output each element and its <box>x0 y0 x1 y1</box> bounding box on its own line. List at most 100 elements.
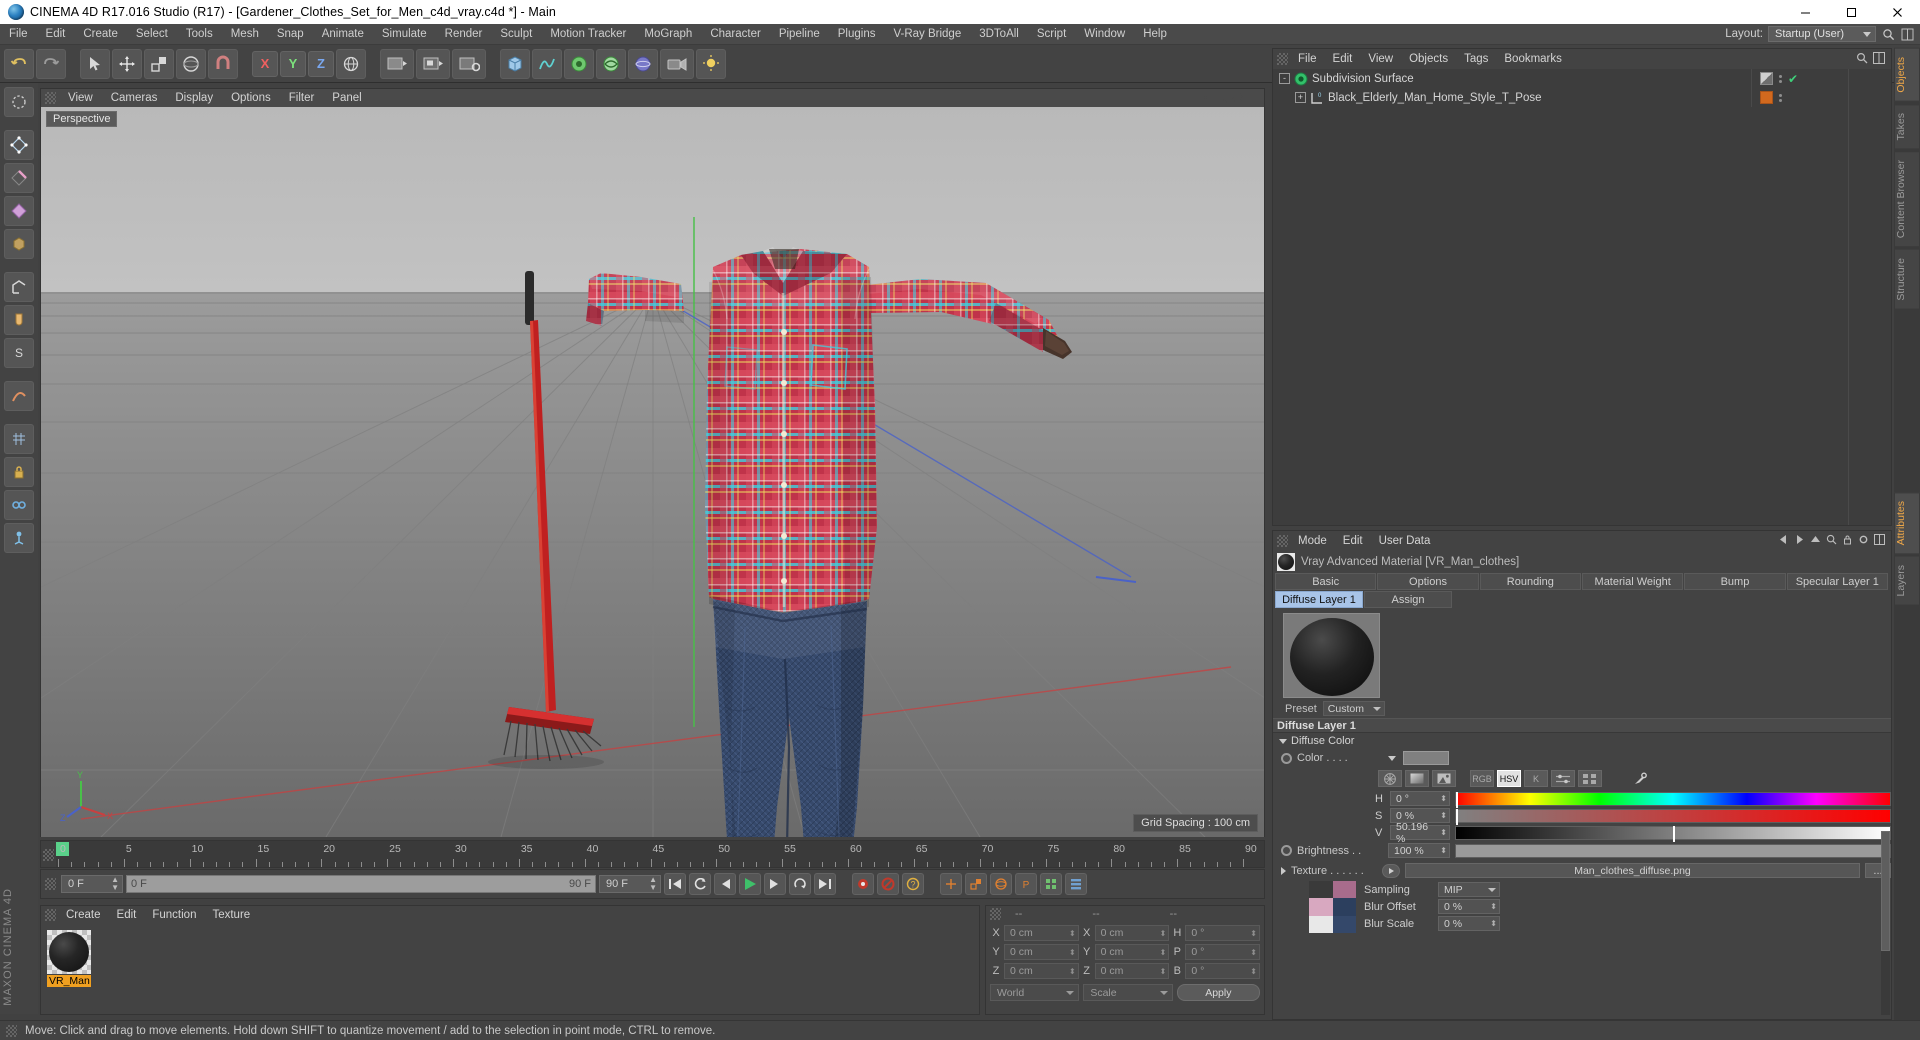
color-radio-icon[interactable] <box>1281 752 1292 764</box>
tab-material-weight[interactable]: Material Weight <box>1581 573 1684 590</box>
go-to-start-button[interactable] <box>664 873 686 895</box>
end-frame-field[interactable]: 90 F ▲ ▼ <box>599 875 661 893</box>
world-object-coordinate-button[interactable] <box>336 48 366 79</box>
eyedropper-icon[interactable] <box>1628 770 1652 787</box>
menu-item-vray-bridge[interactable]: V-Ray Bridge <box>884 24 970 45</box>
edge-tab-structure[interactable]: Structure <box>1894 249 1920 310</box>
attribute-manager-grip-icon[interactable] <box>1277 535 1288 547</box>
tool-link[interactable] <box>4 490 34 520</box>
spinner-icon[interactable]: ⬍ <box>1160 967 1167 976</box>
spinner-icon[interactable]: ⬍ <box>1160 929 1167 938</box>
color-swatch[interactable] <box>1403 751 1449 765</box>
chevron-right-icon[interactable] <box>1281 866 1286 875</box>
material-menu-texture[interactable]: Texture <box>204 906 258 924</box>
enabled-check-icon[interactable]: ✔ <box>1788 72 1798 86</box>
color-wheel-button[interactable] <box>1378 770 1402 787</box>
tool-point-mode[interactable] <box>4 130 34 160</box>
value-field[interactable]: 50.196 % ⬍ <box>1390 821 1450 845</box>
attr-menu-user-data[interactable]: User Data <box>1371 531 1439 551</box>
object-row-subdivision-surface[interactable]: - Subdivision Surface ✔ <box>1273 69 1891 88</box>
coordinate-mode-dropdown[interactable]: Scale <box>1083 984 1173 1001</box>
hue-slider-handle[interactable] <box>1456 791 1458 808</box>
tool-snap-settings[interactable] <box>4 381 34 411</box>
tool-rig[interactable] <box>4 523 34 553</box>
material-tag-icon[interactable] <box>1760 91 1773 104</box>
object-menu-tags[interactable]: Tags <box>1456 49 1496 69</box>
lock-y-axis-button[interactable]: Y <box>280 50 306 77</box>
param-key-button[interactable]: P <box>1015 873 1037 895</box>
spinner-icon[interactable]: ⬍ <box>1250 967 1257 976</box>
material-preview-box[interactable] <box>1283 613 1380 698</box>
color-sliders-button[interactable] <box>1551 770 1575 787</box>
color-mode-rgb-button[interactable]: RGB <box>1470 770 1494 787</box>
deformer-button[interactable] <box>596 48 626 79</box>
menu-item-file[interactable]: File <box>0 24 37 45</box>
pla-key-button[interactable] <box>1040 873 1062 895</box>
menu-item-script[interactable]: Script <box>1028 24 1075 45</box>
scale-key-button[interactable] <box>965 873 987 895</box>
tool-texture-mode[interactable] <box>4 305 34 335</box>
coord-field-z-pos[interactable]: 0 cm ⬍ <box>1004 963 1079 979</box>
tool-live-selection[interactable] <box>4 87 34 117</box>
play-button[interactable] <box>739 873 761 895</box>
viewport-menu-display[interactable]: Display <box>167 89 221 107</box>
material-name-label[interactable]: VR_Man <box>47 975 91 987</box>
menu-item-create[interactable]: Create <box>74 24 127 45</box>
blur-scale-field[interactable]: 0 % ⬍ <box>1438 916 1500 931</box>
lock-x-axis-button[interactable]: X <box>252 50 278 77</box>
viewport-zoom-icon[interactable] <box>1215 91 1228 104</box>
menu-item-pipeline[interactable]: Pipeline <box>770 24 829 45</box>
color-gradient-button[interactable] <box>1405 770 1429 787</box>
attribute-scrollbar-thumb[interactable] <box>1881 831 1890 951</box>
redo-button[interactable] <box>36 48 66 79</box>
brightness-slider[interactable] <box>1455 843 1891 858</box>
edge-tab-content-browser[interactable]: Content Browser <box>1894 151 1920 248</box>
viewport-maximize-icon[interactable] <box>1247 91 1260 104</box>
apply-button[interactable]: Apply <box>1176 984 1260 1001</box>
transport-grip-icon[interactable] <box>45 878 56 890</box>
object-menu-view[interactable]: View <box>1360 49 1401 69</box>
menu-item-mesh[interactable]: Mesh <box>222 24 268 45</box>
hue-field[interactable]: 0 ° ⬍ <box>1390 791 1450 806</box>
material-menu-edit[interactable]: Edit <box>109 906 145 924</box>
timeline-grip-icon[interactable] <box>43 849 54 861</box>
camera-button[interactable] <box>660 48 694 79</box>
object-menu-bookmarks[interactable]: Bookmarks <box>1496 49 1570 69</box>
step-forward-button[interactable] <box>764 873 786 895</box>
tool-polygon-mode[interactable] <box>4 196 34 226</box>
minimize-button[interactable] <box>1782 0 1828 24</box>
object-search-icon[interactable] <box>1856 52 1868 67</box>
coordinate-space-dropdown[interactable]: World <box>990 984 1080 1001</box>
render-view-button[interactable] <box>380 48 414 79</box>
scale-tool-button[interactable] <box>144 48 174 79</box>
coord-field-h[interactable]: 0 ° ⬍ <box>1185 925 1260 941</box>
spinner-icon[interactable]: ⬍ <box>1490 902 1497 911</box>
move-tool-button[interactable] <box>112 48 142 79</box>
collapse-icon[interactable]: - <box>1279 73 1290 84</box>
texture-thumbnail[interactable] <box>1309 881 1356 933</box>
expand-icon[interactable]: + <box>1295 92 1306 103</box>
menu-item-tools[interactable]: Tools <box>177 24 222 45</box>
cube-button[interactable] <box>500 48 530 79</box>
position-key-button[interactable] <box>940 873 962 895</box>
object-panel-menu-icon[interactable] <box>1873 51 1885 67</box>
light-button[interactable] <box>696 48 726 79</box>
coord-field-z-size[interactable]: 0 cm ⬍ <box>1094 963 1170 979</box>
attr-menu-mode[interactable]: Mode <box>1290 531 1335 551</box>
nav-back-icon[interactable] <box>1778 534 1789 548</box>
viewport-menu-view[interactable]: View <box>60 89 101 107</box>
keyframe-help-button[interactable]: ? <box>902 873 924 895</box>
viewport-menu-panel[interactable]: Panel <box>324 89 369 107</box>
menu-item-select[interactable]: Select <box>127 24 177 45</box>
object-menu-objects[interactable]: Objects <box>1401 49 1456 69</box>
coord-field-y-pos[interactable]: 0 cm ⬍ <box>1004 944 1079 960</box>
group-diffuse-color[interactable]: Diffuse Color <box>1273 733 1891 749</box>
spline-button[interactable] <box>532 48 562 79</box>
spinner-icon[interactable]: ⬍ <box>1069 929 1076 938</box>
material-menu-create[interactable]: Create <box>58 906 109 924</box>
tool-model-mode[interactable] <box>4 272 34 302</box>
menu-item-sculpt[interactable]: Sculpt <box>491 24 541 45</box>
edge-tab-attributes[interactable]: Attributes <box>1894 491 1920 555</box>
attr-lock-icon[interactable] <box>1842 534 1853 548</box>
spinner-icon[interactable]: ⬍ <box>1160 948 1167 957</box>
